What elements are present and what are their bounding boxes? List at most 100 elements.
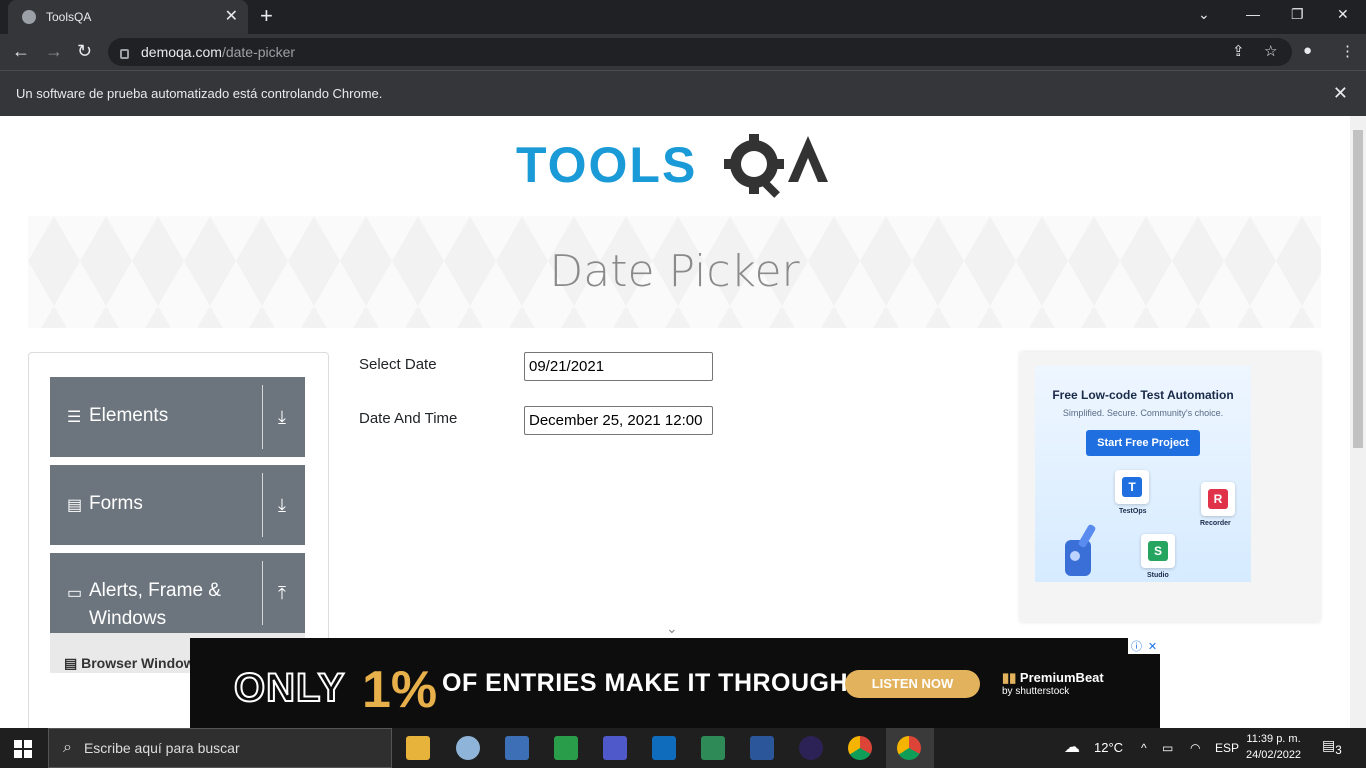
sidebar-item-icon: ▤ <box>64 655 82 671</box>
language-indicator[interactable]: ESP <box>1215 728 1239 768</box>
group-divider <box>262 385 263 449</box>
automation-infobar: Un software de prueba automatizado está … <box>0 70 1366 116</box>
recorder-caption: Recorder <box>1200 520 1231 527</box>
testops-caption: TestOps <box>1119 508 1147 515</box>
clock-time: 11:39 p. m. <box>1246 733 1301 745</box>
address-bar[interactable]: demoqa.com/date-picker <box>108 38 1292 66</box>
weather-cloud-icon[interactable]: ☁ <box>1064 728 1080 768</box>
bookmark-star-icon[interactable]: ☆ <box>1264 42 1277 60</box>
browser-toolbar: ← → ↻ demoqa.com/date-picker ⇪ ☆ ● ⋮ <box>0 34 1366 70</box>
chrome-icon[interactable] <box>848 736 872 760</box>
outlook-icon[interactable] <box>652 736 676 760</box>
testops-card: T <box>1115 470 1149 504</box>
lock-icon <box>120 49 129 59</box>
select-date-label: Select Date <box>359 356 437 373</box>
adchoices-badge[interactable]: ⓘ ✕ <box>1128 638 1160 654</box>
sidebar-group-alerts-frame-windows[interactable]: ▭ Alerts, Frame & Windows ⤒ <box>50 553 305 633</box>
minimize-icon[interactable]: — <box>1246 6 1260 22</box>
listen-now-button[interactable]: LISTEN NOW <box>845 670 980 698</box>
window-close-icon[interactable]: ✕ <box>1337 6 1349 23</box>
url-host: demoqa.com <box>141 44 222 60</box>
taskbar-clock[interactable]: 11:39 p. m. 24/02/2022 <box>1246 731 1301 763</box>
browser-tab[interactable]: ToolsQA ✕ <box>8 0 248 34</box>
toolsqa-logo[interactable]: TOOLS <box>516 132 846 212</box>
group-divider <box>262 473 263 537</box>
taskbar-search-placeholder: Escribe aquí para buscar <box>83 740 240 756</box>
remote-desktop-icon[interactable] <box>505 736 529 760</box>
ad-creative[interactable]: Free Low-code Test Automation Simplified… <box>1035 366 1251 582</box>
restore-icon[interactable]: ❐ <box>1291 6 1304 23</box>
start-free-project-button[interactable]: Start Free Project <box>1086 430 1200 456</box>
ad-subtitle: Simplified. Secure. Community's choice. <box>1062 408 1224 418</box>
sidebar-group-forms[interactable]: ▤ Forms ⤓ <box>50 465 305 545</box>
page-viewport: TOOLS Date Picker ☰ Elements ⤓ ▤ Forms ⤓ <box>0 116 1350 728</box>
group-divider <box>262 561 263 625</box>
sidebar-group-elements[interactable]: ☰ Elements ⤓ <box>50 377 305 457</box>
premiumbeat-brand: ▮▮ PremiumBeat by shutterstock <box>1002 670 1104 697</box>
page-header-banner: Date Picker <box>28 216 1321 328</box>
battery-icon[interactable]: ▭ <box>1162 728 1173 768</box>
expand-arrow-icon[interactable]: ⤓ <box>278 407 286 428</box>
wifi-icon[interactable]: ◠ <box>1190 728 1200 768</box>
excel-sync-icon[interactable] <box>701 736 725 760</box>
ad-headline: OF ENTRIES MAKE IT THROUGH <box>442 669 849 697</box>
forward-icon[interactable]: → <box>45 40 63 62</box>
eclipse-icon[interactable] <box>799 736 823 760</box>
tab-close-icon[interactable]: ✕ <box>225 9 238 25</box>
teams-icon[interactable] <box>603 736 627 760</box>
ad-only-text: ONLY <box>233 665 346 711</box>
tab-search-icon[interactable]: ⌄ <box>1198 6 1210 23</box>
reload-icon[interactable]: ↻ <box>77 40 92 62</box>
infobar-close-icon[interactable]: ✕ <box>1333 83 1348 104</box>
date-and-time-input[interactable] <box>524 406 713 435</box>
window-icon: ▭ <box>67 585 83 602</box>
side-advertisement[interactable]: Free Low-code Test Automation Simplified… <box>1020 352 1320 622</box>
file-explorer-icon[interactable] <box>406 736 430 760</box>
sidebar-group-label: Elements <box>89 405 169 426</box>
studio-card: S <box>1141 534 1175 568</box>
infobar-text: Un software de prueba automatizado está … <box>16 86 383 101</box>
chrome-active-icon[interactable] <box>897 736 921 760</box>
select-date-input[interactable] <box>524 352 713 381</box>
share-icon[interactable]: ⇪ <box>1232 42 1245 60</box>
hamburger-icon: ☰ <box>67 409 82 426</box>
back-icon[interactable]: ← <box>12 40 30 62</box>
snipping-tool-icon[interactable] <box>456 736 480 760</box>
studio-caption: Studio <box>1147 572 1169 579</box>
page-scrollbar[interactable] <box>1350 116 1366 728</box>
toolsqa-favicon-icon <box>22 10 36 24</box>
brand-name: PremiumBeat <box>1019 670 1104 685</box>
expand-arrow-icon[interactable]: ⤓ <box>278 495 286 516</box>
search-icon: ⌕ <box>63 739 72 756</box>
studio-letter: S <box>1148 541 1168 561</box>
profile-icon[interactable]: ● <box>1303 42 1312 59</box>
weather-temp[interactable]: 12°C <box>1094 728 1123 768</box>
menu-kebab-icon[interactable]: ⋮ <box>1340 42 1355 60</box>
word-icon[interactable] <box>750 736 774 760</box>
scrollbar-thumb[interactable] <box>1353 130 1363 448</box>
ad-percent-text: 1% <box>362 661 438 719</box>
ad-close-icon[interactable]: ✕ <box>1148 640 1157 653</box>
clock-date: 24/02/2022 <box>1246 749 1302 761</box>
recorder-letter: R <box>1208 489 1228 509</box>
adchoices-info-icon[interactable]: ⓘ <box>1131 638 1142 654</box>
collapse-arrow-icon[interactable]: ⤒ <box>278 583 286 604</box>
chevron-down-icon: ⌄ <box>666 620 678 636</box>
notification-icon[interactable]: ▤3 <box>1322 737 1342 757</box>
bottom-advertisement[interactable]: ONLY 1% OF ENTRIES MAKE IT THROUGH LISTE… <box>190 638 1160 728</box>
recorder-card: R <box>1201 482 1235 516</box>
new-tab-icon[interactable]: + <box>260 5 273 27</box>
sidebar-group-label: Forms <box>89 493 143 514</box>
testops-letter: T <box>1122 477 1142 497</box>
sidebar-item-label: Browser Windows <box>81 655 203 671</box>
tray-overflow-icon[interactable]: ^ <box>1141 728 1147 768</box>
windows-start-icon[interactable] <box>14 740 32 758</box>
sidebar-group-label: Alerts, Frame & Windows <box>89 580 221 629</box>
ad-title: Free Low-code Test Automation <box>1052 388 1234 402</box>
notification-count: 3 <box>1335 743 1342 757</box>
media-player-icon[interactable] <box>554 736 578 760</box>
windows-taskbar: ⌕ Escribe aquí para buscar ☁ 12°C ^ ▭ ◠ … <box>0 728 1366 768</box>
taskbar-search-box[interactable]: ⌕ Escribe aquí para buscar <box>48 728 392 768</box>
svg-text:TOOLS: TOOLS <box>516 137 697 193</box>
document-icon: ▤ <box>67 497 83 514</box>
